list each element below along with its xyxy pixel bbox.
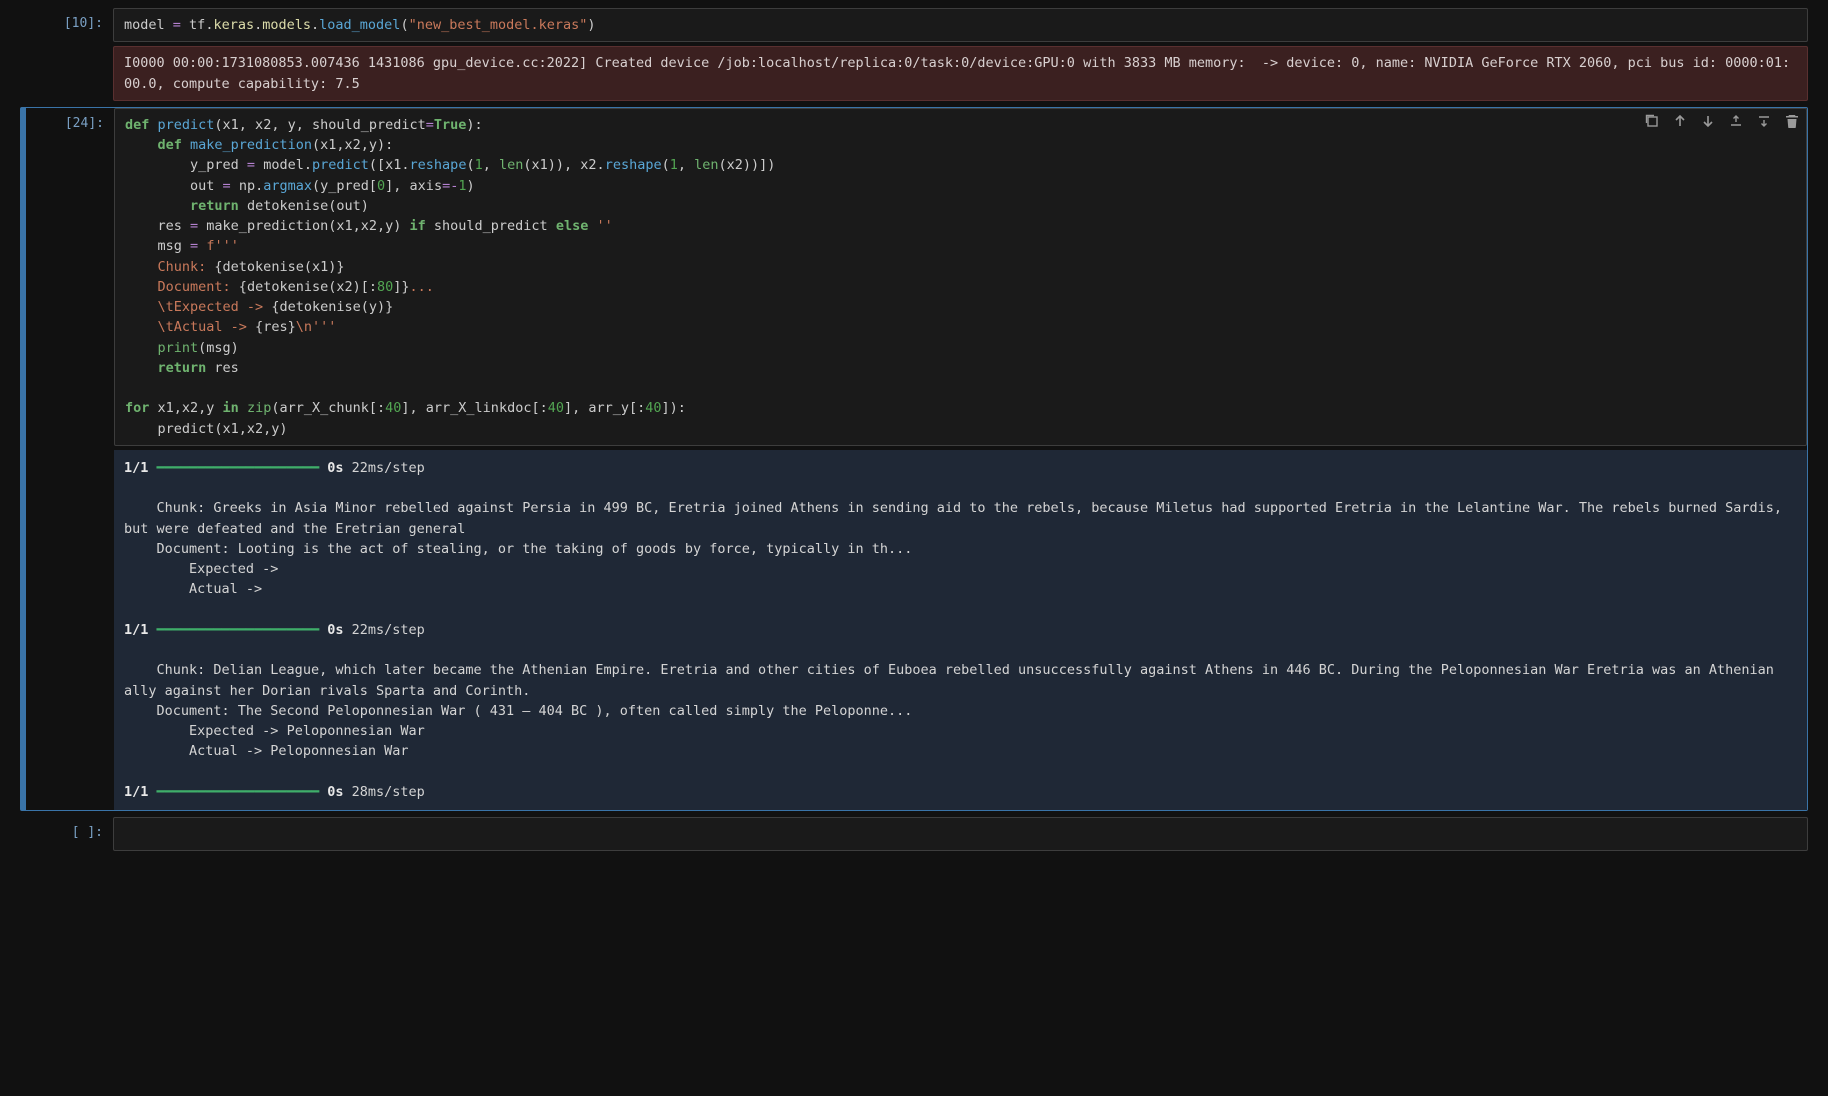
insert-below-icon[interactable]	[1756, 113, 1772, 129]
code-input[interactable]	[113, 817, 1808, 851]
cell-24: [24]: def predict(x1, x2, y, should_pred…	[20, 107, 1808, 811]
duplicate-icon[interactable]	[1644, 113, 1660, 129]
stderr-output: I0000 00:00:1731080853.007436 1431086 gp…	[113, 46, 1808, 101]
insert-above-icon[interactable]	[1728, 113, 1744, 129]
cell-prompt: [ ]:	[25, 817, 113, 851]
code-input[interactable]: model = tf.keras.models.load_model("new_…	[113, 8, 1808, 42]
cell-prompt: [10]:	[25, 8, 113, 101]
cell-10: [10]: model = tf.keras.models.load_model…	[20, 8, 1808, 101]
stdout-output: 1/1 ━━━━━━━━━━━━━━━━━━━━ 0s 22ms/step Ch…	[114, 450, 1807, 810]
cell-toolbar	[1644, 113, 1800, 129]
cell-prompt: [24]:	[26, 108, 114, 810]
delete-icon[interactable]	[1784, 113, 1800, 129]
cell-empty: [ ]:	[20, 817, 1808, 851]
move-up-icon[interactable]	[1672, 113, 1688, 129]
move-down-icon[interactable]	[1700, 113, 1716, 129]
code-input[interactable]: def predict(x1, x2, y, should_predict=Tr…	[114, 108, 1807, 446]
